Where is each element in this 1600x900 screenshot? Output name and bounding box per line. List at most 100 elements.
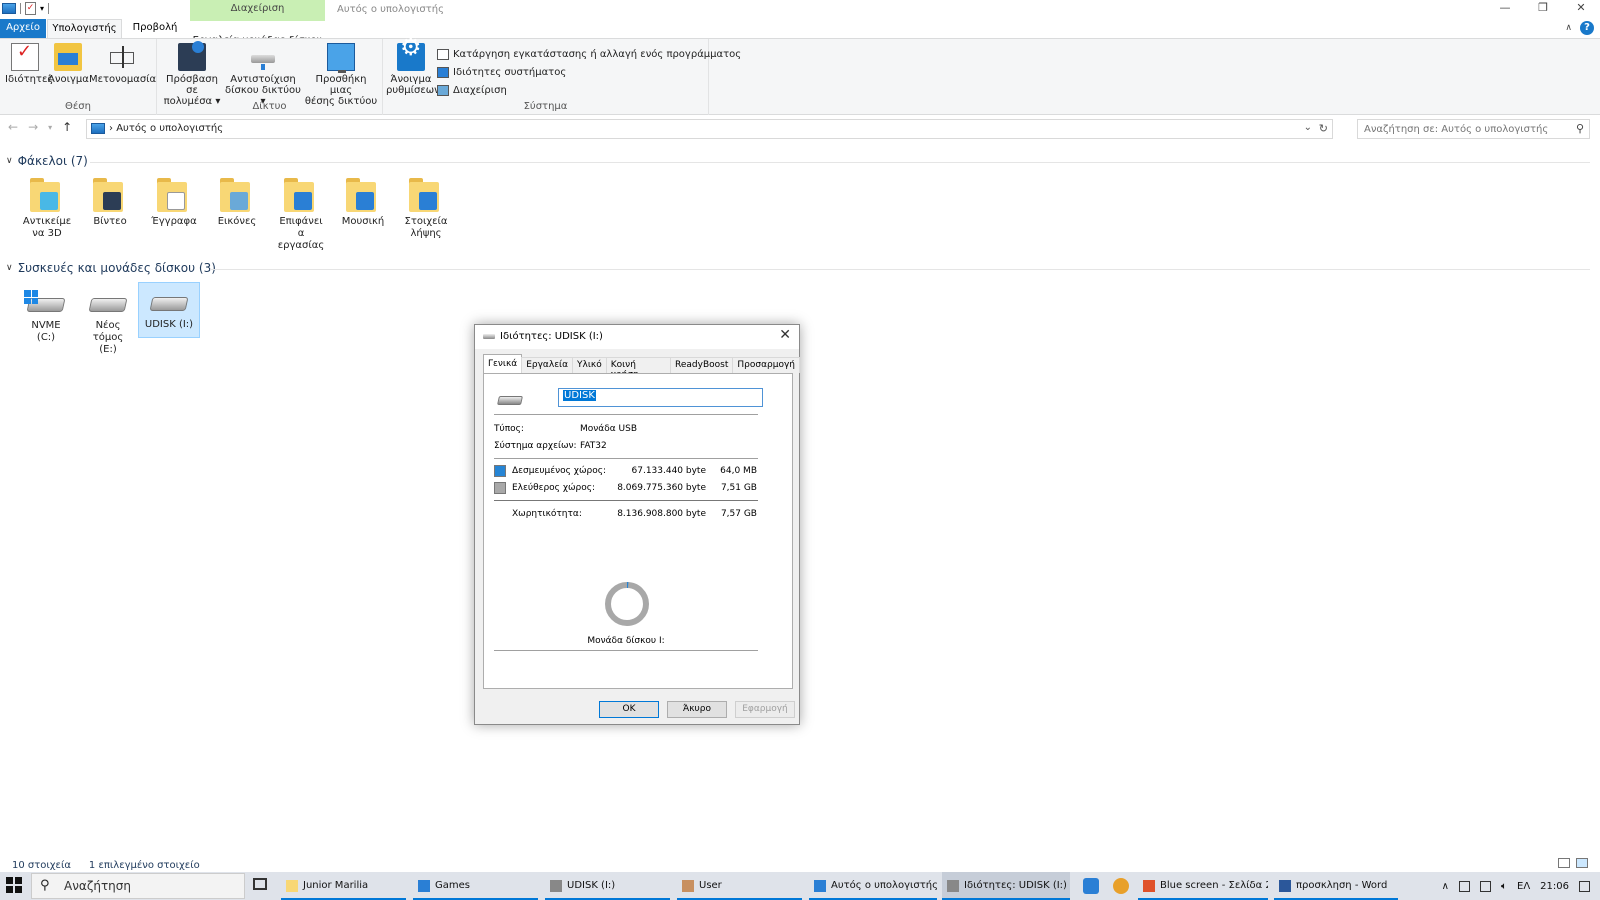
- minimize-button[interactable]: —: [1486, 0, 1524, 18]
- recent-locations-chevron-icon[interactable]: ▾: [48, 120, 52, 134]
- chevron-up-icon[interactable]: ∧: [1442, 881, 1449, 892]
- tab-drive-tools[interactable]: Εργαλεία μονάδας δίσκου: [190, 19, 325, 46]
- folder-overlay: [294, 192, 312, 210]
- volume-icon[interactable]: 🔈︎: [1501, 881, 1507, 892]
- folder-overlay: [103, 192, 121, 210]
- taskbar-button-properties[interactable]: Ιδιότητες: UDISK (I:): [942, 872, 1070, 900]
- taskbar-button-games[interactable]: Games: [413, 872, 538, 900]
- divider: [494, 458, 758, 459]
- uninstall-program-button[interactable]: Κατάργηση εγκατάστασης ή αλλαγή ενός προ…: [437, 45, 741, 63]
- drive-udisk-i[interactable]: UDISK (I:): [138, 282, 200, 338]
- network-drive-icon: [249, 43, 277, 71]
- taskbar-button-blue-screen[interactable]: Blue screen - Σελίδα 2...: [1138, 872, 1268, 900]
- input-language[interactable]: ΕΛ: [1517, 881, 1530, 892]
- taskbar-button-udisk[interactable]: UDISK (I:): [545, 872, 670, 900]
- drive-name-input[interactable]: UDISK: [558, 388, 763, 407]
- breadcrumb-item[interactable]: Αυτός ο υπολογιστής: [116, 123, 223, 134]
- taskbar-button-junior-marilia[interactable]: Junior Marilia: [281, 872, 406, 900]
- drive-name-value[interactable]: UDISK: [563, 390, 596, 401]
- forward-arrow-icon[interactable]: →: [28, 120, 38, 134]
- folder-label: Εικόνες: [217, 216, 257, 227]
- start-button[interactable]: [6, 877, 22, 893]
- back-arrow-icon[interactable]: ←: [8, 120, 18, 134]
- folder-3d-objects[interactable]: Αντικείμε να 3D: [18, 178, 76, 240]
- search-icon[interactable]: ⚲: [1576, 122, 1584, 135]
- folder-label: α: [297, 228, 305, 239]
- properties-quick-icon[interactable]: ✓: [25, 2, 36, 15]
- taskbar-button-word[interactable]: προσκληση - Word: [1274, 872, 1398, 900]
- tab-tools[interactable]: Εργαλεία: [521, 357, 574, 373]
- folders-section-header[interactable]: ∨ Φάκελοι (7): [6, 154, 88, 168]
- tab-sharing[interactable]: Κοινή χρήση: [605, 357, 672, 380]
- music-folder-icon: [346, 178, 380, 212]
- tab-view[interactable]: Προβολή: [124, 19, 186, 38]
- taskbar-button-label: Αυτός ο υπολογιστής: [831, 880, 937, 891]
- add-network-location-button[interactable]: Προσθήκη μιας θέσης δικτύου: [303, 43, 379, 107]
- tab-customize[interactable]: Προσαρμογή: [732, 357, 800, 373]
- customize-dropdown-icon[interactable]: ▾: [40, 4, 44, 13]
- manage-button[interactable]: Διαχείριση: [437, 81, 741, 99]
- open-settings-button[interactable]: Άνοιγμα ρυθμίσεων: [386, 42, 440, 96]
- title-bar: ✓ ▾ Διαχείριση Αυτός ο υπολογιστής — ❐ ✕: [0, 0, 1600, 19]
- open-button[interactable]: Άνοιγμα: [48, 43, 89, 85]
- ok-button[interactable]: OK: [599, 701, 659, 718]
- folder-label: Αντικείμε: [22, 216, 72, 227]
- rename-button[interactable]: Μετονομασία: [89, 43, 156, 85]
- maximize-button[interactable]: ❐: [1524, 0, 1562, 18]
- clock[interactable]: 21:06: [1540, 881, 1569, 892]
- breadcrumb[interactable]: › Αυτός ο υπολογιστής: [109, 123, 223, 134]
- dialog-close-button[interactable]: ✕: [779, 327, 791, 343]
- chrome-icon[interactable]: [1113, 878, 1129, 894]
- folder-documents[interactable]: Έγγραφα: [145, 178, 203, 228]
- search-input[interactable]: [1364, 120, 1564, 138]
- drive-new-volume-e[interactable]: Νέος τόμος (E:): [77, 284, 139, 356]
- dialog-title-bar[interactable]: Ιδιότητες: UDISK (I:) ✕: [475, 325, 799, 349]
- usb-drive-icon: [497, 396, 523, 405]
- taskbar-search[interactable]: ⚲ Αναζήτηση: [31, 873, 245, 899]
- cancel-button[interactable]: Άκυρο: [667, 701, 727, 718]
- collapse-ribbon-icon[interactable]: ∧: [1565, 23, 1572, 33]
- tab-computer[interactable]: Υπολογιστής: [47, 19, 122, 38]
- separator: [48, 3, 50, 14]
- usb-eject-icon[interactable]: [1459, 880, 1470, 892]
- up-arrow-icon[interactable]: ↑: [62, 120, 72, 134]
- address-bar[interactable]: › Αυτός ο υπολογιστής ⌄ ↻: [86, 119, 1333, 139]
- folder-desktop[interactable]: Επιφάνει α εργασίας: [272, 178, 330, 252]
- address-dropdown-icon[interactable]: ⌄: [1304, 122, 1312, 133]
- search-box[interactable]: ⚲: [1357, 119, 1590, 139]
- type-label: Τύπος:: [494, 424, 524, 434]
- tab-general[interactable]: Γενικά: [483, 354, 523, 373]
- folder-videos[interactable]: Βίντεο: [81, 178, 139, 228]
- taskbar-button-user[interactable]: User: [677, 872, 802, 900]
- mail-icon[interactable]: [1083, 878, 1099, 894]
- media-access-button[interactable]: Πρόσβαση σε πολυμέσα ▾: [161, 41, 223, 107]
- taskbar-button-this-pc[interactable]: Αυτός ο υπολογιστής: [809, 872, 937, 900]
- close-button[interactable]: ✕: [1562, 0, 1600, 18]
- folder-music[interactable]: Μουσική: [334, 178, 392, 228]
- folder-pictures[interactable]: Εικόνες: [208, 178, 266, 228]
- free-space-size: 7,51 GB: [720, 483, 757, 493]
- folder-downloads[interactable]: Στοιχεία λήψης: [397, 178, 455, 240]
- drives-section-header[interactable]: ∨ Συσκευές και μονάδες δίσκου (3): [6, 261, 216, 275]
- used-space-swatch: [494, 465, 506, 477]
- 3d-objects-folder-icon: [30, 178, 64, 212]
- taskbar-button-label: Blue screen - Σελίδα 2...: [1160, 880, 1268, 891]
- desktop-folder-icon: [284, 178, 318, 212]
- system-properties-button[interactable]: Ιδιότητες συστήματος: [437, 63, 741, 81]
- tab-file[interactable]: Αρχείο: [0, 19, 46, 38]
- large-icons-view-icon[interactable]: [1576, 858, 1588, 868]
- help-icon[interactable]: ?: [1580, 21, 1594, 35]
- dialog-tabs: Γενικά Εργαλεία Υλικό Κοινή χρήση ReadyB…: [483, 354, 800, 380]
- properties-button[interactable]: Ιδιότητες: [5, 43, 53, 85]
- network-icon[interactable]: [1480, 880, 1491, 892]
- refresh-icon[interactable]: ↻: [1319, 122, 1328, 135]
- tab-hardware[interactable]: Υλικό: [572, 357, 607, 373]
- map-network-drive-button[interactable]: Αντιστοίχιση δίσκου δικτύου ▾: [225, 43, 301, 107]
- word-icon: [1279, 880, 1291, 892]
- usb-drive-icon: [149, 297, 189, 311]
- task-view-icon[interactable]: [253, 878, 267, 890]
- details-view-icon[interactable]: [1558, 858, 1570, 868]
- notifications-icon[interactable]: [1579, 880, 1590, 892]
- apply-button[interactable]: Εφαρμογή: [735, 701, 795, 718]
- tab-readyboost[interactable]: ReadyBoost: [670, 357, 734, 373]
